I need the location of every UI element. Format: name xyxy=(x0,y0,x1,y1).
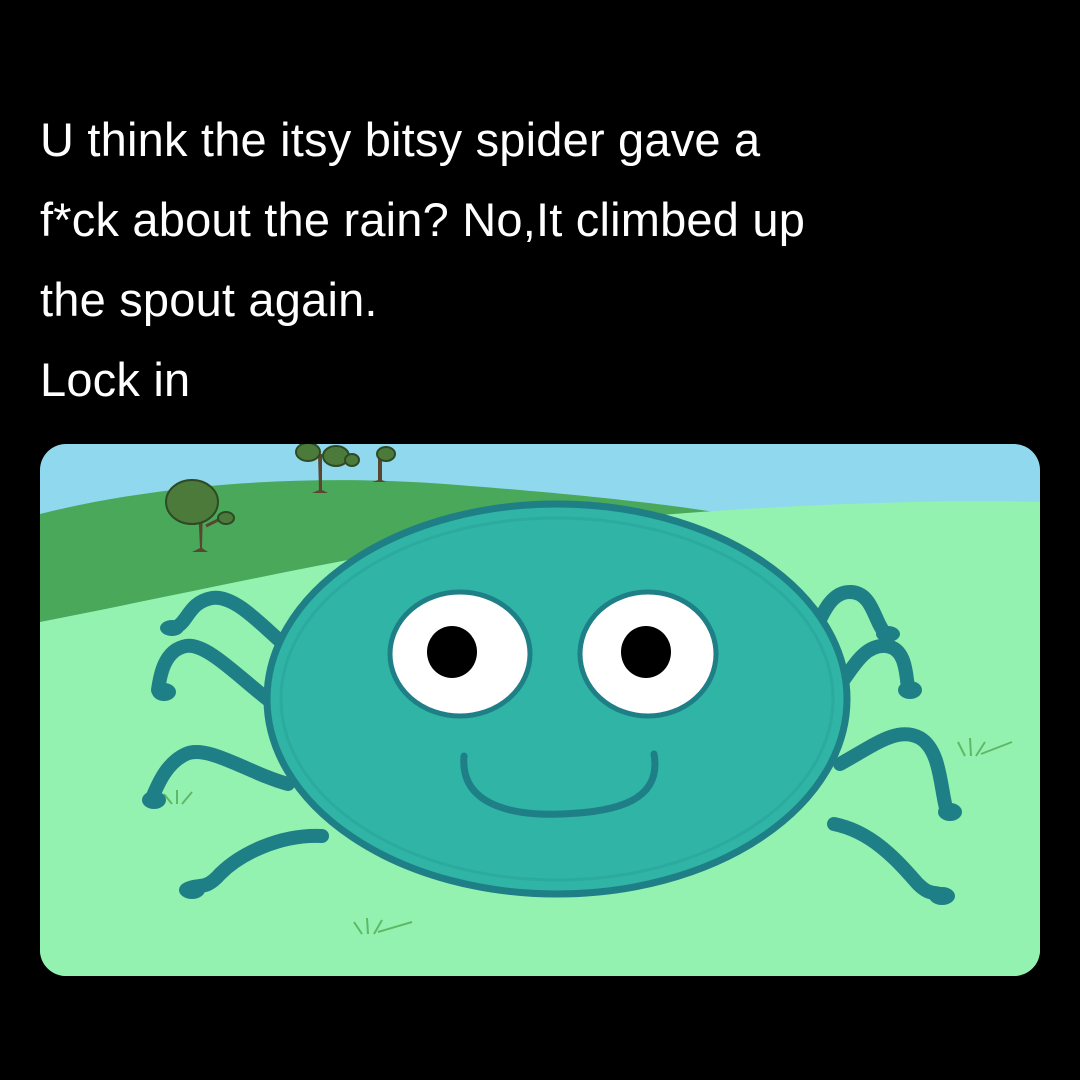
caption-line-1: U think the itsy bitsy spider gave a xyxy=(40,113,761,166)
caption-line-4: Lock in xyxy=(40,353,191,406)
spider-scene-svg xyxy=(40,444,1040,976)
spider-eye-left xyxy=(387,589,533,719)
pupil-left xyxy=(427,626,477,678)
spider-body xyxy=(263,500,851,898)
spider-illustration xyxy=(40,444,1040,976)
caption-line-2: f*ck about the rain? No,It climbed up xyxy=(40,193,806,246)
spider-eye-right xyxy=(577,589,719,719)
meme-caption: U think the itsy bitsy spider gave a f*c… xyxy=(40,100,1040,420)
caption-line-3: the spout again. xyxy=(40,273,378,326)
pupil-right xyxy=(621,626,671,678)
